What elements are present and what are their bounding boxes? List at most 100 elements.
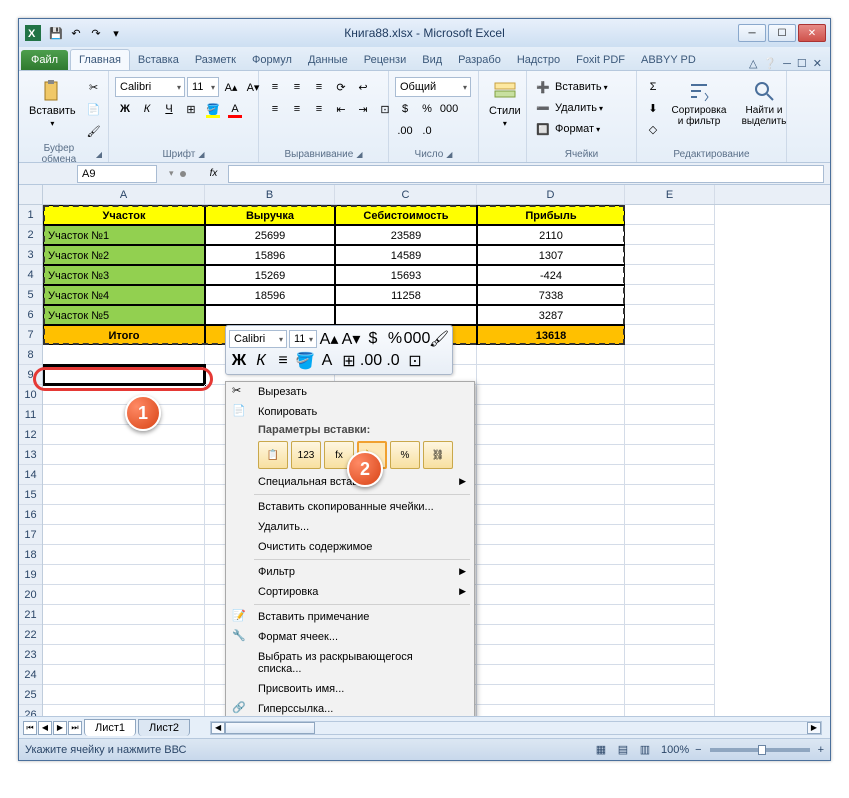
orientation-icon[interactable]: ⟳: [331, 77, 351, 97]
cell[interactable]: [43, 665, 205, 685]
cell[interactable]: [625, 485, 715, 505]
cell[interactable]: [43, 465, 205, 485]
window-min-icon[interactable]: ─: [783, 58, 791, 70]
bold-icon[interactable]: Ж: [115, 99, 135, 119]
cell[interactable]: [477, 665, 625, 685]
cell[interactable]: Себистоимость: [335, 205, 477, 225]
mini-bold-icon[interactable]: Ж: [229, 351, 249, 371]
cell[interactable]: Прибыль: [477, 205, 625, 225]
italic-icon[interactable]: К: [137, 99, 157, 119]
zoom-level[interactable]: 100%: [661, 744, 689, 756]
cut-icon[interactable]: ✂: [84, 77, 104, 97]
cell[interactable]: 23589: [335, 225, 477, 245]
row-header[interactable]: 11: [19, 405, 42, 425]
cell[interactable]: [625, 465, 715, 485]
row-header[interactable]: 6: [19, 305, 42, 325]
cell[interactable]: [43, 525, 205, 545]
cell[interactable]: [625, 225, 715, 245]
sheet-nav-prev-icon[interactable]: ◀: [38, 721, 52, 735]
zoom-out-icon[interactable]: −: [695, 744, 701, 756]
cell[interactable]: [43, 585, 205, 605]
grow-font-icon[interactable]: A▴: [221, 77, 241, 97]
zoom-slider[interactable]: [710, 748, 810, 752]
mini-comma-icon[interactable]: 000: [407, 329, 427, 349]
indent-dec-icon[interactable]: ⇤: [331, 99, 351, 119]
cell[interactable]: [477, 685, 625, 705]
mini-format-painter-icon[interactable]: 🖌: [429, 329, 449, 349]
tab-formulas[interactable]: Формул: [244, 50, 300, 70]
row-header[interactable]: 3: [19, 245, 42, 265]
row-header[interactable]: 19: [19, 565, 42, 585]
cell[interactable]: [477, 365, 625, 385]
row-header[interactable]: 8: [19, 345, 42, 365]
cell[interactable]: [625, 345, 715, 365]
cell[interactable]: 15896: [205, 245, 335, 265]
mini-currency-icon[interactable]: $: [363, 329, 383, 349]
currency-icon[interactable]: $: [395, 99, 415, 119]
cell[interactable]: Выручка: [205, 205, 335, 225]
sort-filter-button[interactable]: Сортировка и фильтр: [667, 77, 731, 129]
row-header[interactable]: 1: [19, 205, 42, 225]
mini-shrink-font-icon[interactable]: A▾: [341, 329, 361, 349]
page-layout-view-icon[interactable]: ▤: [613, 740, 633, 760]
window-close-icon[interactable]: ✕: [813, 57, 822, 70]
cell[interactable]: [625, 625, 715, 645]
format-cells-icon[interactable]: 🔲: [533, 119, 553, 139]
sheet-nav-first-icon[interactable]: ⏮: [23, 721, 37, 735]
insert-cells-icon[interactable]: ➕: [533, 77, 553, 97]
tab-layout[interactable]: Разметк: [187, 50, 244, 70]
tab-developer[interactable]: Разрабо: [450, 50, 509, 70]
cell[interactable]: [43, 345, 205, 365]
sheet-tab-2[interactable]: Лист2: [138, 719, 190, 736]
cell[interactable]: [477, 605, 625, 625]
minimize-ribbon-icon[interactable]: △: [749, 57, 757, 70]
cm-define-name[interactable]: Присвоить имя...: [226, 679, 474, 699]
align-left-icon[interactable]: ≡: [265, 99, 285, 119]
align-bottom-icon[interactable]: ≡: [309, 77, 329, 97]
cell[interactable]: 3287: [477, 305, 625, 325]
mini-inc-dec-icon[interactable]: .00: [361, 351, 381, 371]
cell[interactable]: [625, 385, 715, 405]
cell[interactable]: [43, 565, 205, 585]
cell[interactable]: [477, 705, 625, 716]
cell[interactable]: [43, 485, 205, 505]
tab-data[interactable]: Данные: [300, 50, 356, 70]
cell[interactable]: [625, 645, 715, 665]
cell[interactable]: [477, 465, 625, 485]
mini-border-icon[interactable]: ⊞: [339, 351, 359, 371]
page-break-view-icon[interactable]: ▥: [635, 740, 655, 760]
font-size-combo[interactable]: 11: [187, 77, 219, 97]
cell[interactable]: [43, 605, 205, 625]
cell[interactable]: [625, 525, 715, 545]
cell[interactable]: [477, 505, 625, 525]
cell[interactable]: [625, 405, 715, 425]
mini-align-icon[interactable]: ≡: [273, 351, 293, 371]
cell[interactable]: [477, 645, 625, 665]
row-header[interactable]: 26: [19, 705, 42, 716]
cell[interactable]: [625, 685, 715, 705]
cm-clear[interactable]: Очистить содержимое: [226, 537, 474, 557]
cell[interactable]: [43, 705, 205, 716]
fx-icon[interactable]: fx: [206, 166, 222, 182]
cell[interactable]: [205, 305, 335, 325]
undo-icon[interactable]: ↶: [67, 24, 85, 42]
cell[interactable]: [477, 545, 625, 565]
col-header[interactable]: D: [477, 185, 625, 204]
tab-review[interactable]: Рецензи: [356, 50, 415, 70]
cell[interactable]: 25699: [205, 225, 335, 245]
paste-opt-all[interactable]: 📋: [258, 441, 288, 469]
cm-insert-copied[interactable]: Вставить скопированные ячейки...: [226, 497, 474, 517]
inc-decimal-icon[interactable]: .00: [395, 121, 415, 141]
sheet-nav-next-icon[interactable]: ▶: [53, 721, 67, 735]
row-header[interactable]: 14: [19, 465, 42, 485]
col-header[interactable]: C: [335, 185, 477, 204]
row-header[interactable]: 9: [19, 365, 42, 385]
cell[interactable]: [477, 485, 625, 505]
cm-copy[interactable]: 📄Копировать: [226, 402, 474, 422]
cell[interactable]: [43, 445, 205, 465]
format-painter-icon[interactable]: 🖌: [84, 121, 104, 141]
save-icon[interactable]: 💾: [47, 24, 65, 42]
styles-button[interactable]: Стили ▾: [485, 77, 525, 130]
file-tab[interactable]: Файл: [21, 50, 68, 70]
wrap-text-icon[interactable]: ↩: [353, 77, 373, 97]
